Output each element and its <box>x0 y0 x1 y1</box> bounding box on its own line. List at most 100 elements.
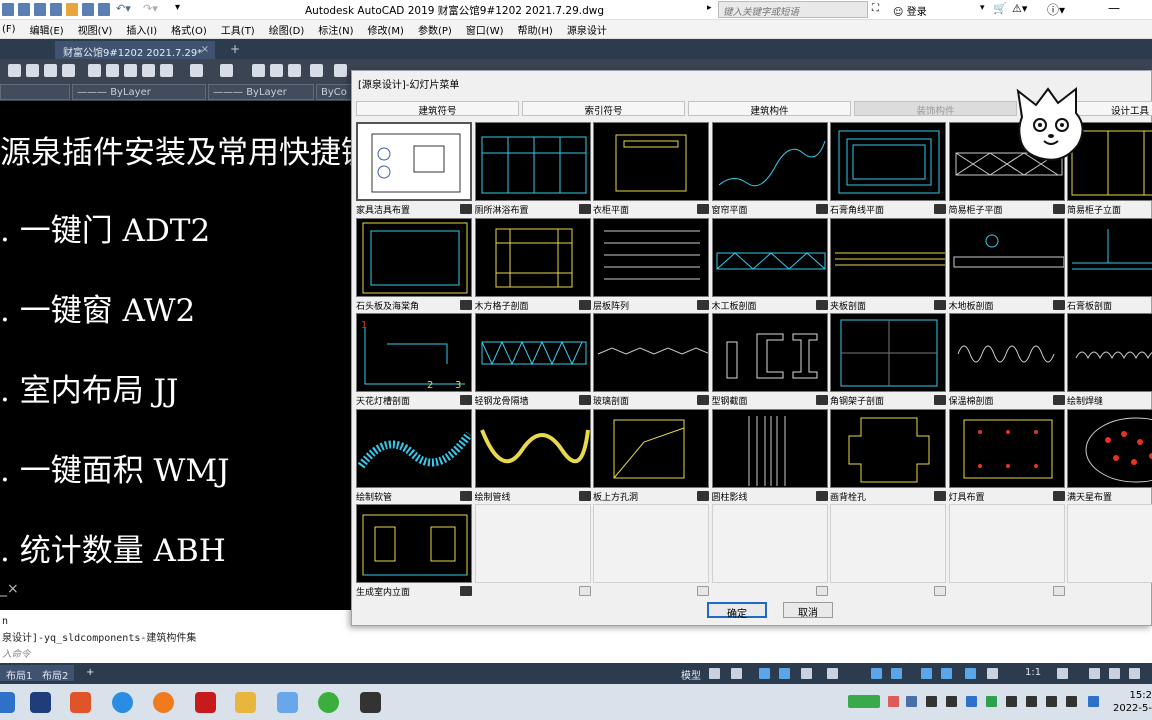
add-layout-button[interactable]: + <box>80 665 100 681</box>
slide-preview-icon[interactable] <box>815 586 828 596</box>
slide-item[interactable]: 满天星布置 <box>1067 408 1152 504</box>
slide-thumbnail[interactable] <box>711 122 828 201</box>
slide-thumbnail[interactable] <box>593 122 709 201</box>
slide-item[interactable]: 层板阵列 <box>593 217 711 313</box>
layout-tab[interactable]: 布局2 <box>36 665 75 682</box>
menu-item[interactable]: 插入(I) <box>126 22 157 37</box>
slide-preview-icon[interactable] <box>1052 204 1065 214</box>
3d-icon[interactable] <box>62 64 75 77</box>
slide-item[interactable]: 家具洁具布置 <box>356 122 474 217</box>
new-tab-button[interactable]: + <box>230 42 240 56</box>
slide-preview-icon[interactable] <box>697 299 709 310</box>
undo-icon[interactable] <box>190 64 203 77</box>
slide-item[interactable]: 玻璃剖面 <box>593 313 711 408</box>
block-editor-icon[interactable] <box>160 64 173 77</box>
slide-item[interactable]: 画背栓孔 <box>830 408 948 504</box>
slide-thumbnail[interactable] <box>1067 504 1152 583</box>
auto-scale-icon[interactable] <box>987 668 998 679</box>
recorder-icon[interactable] <box>360 692 381 713</box>
slide-item[interactable]: 夹板剖面 <box>830 217 948 313</box>
close-icon[interactable]: × <box>201 44 209 55</box>
slide-item[interactable]: 1 2 3 天花灯槽剖面 <box>356 313 474 408</box>
slide-preview-icon[interactable] <box>697 395 709 405</box>
osnap-3d-icon[interactable] <box>891 668 902 679</box>
document-tab[interactable]: 财富公馆9#1202 2021.7.29* × <box>55 41 215 59</box>
tab-architectural-symbols[interactable]: 建筑符号 <box>356 101 519 117</box>
tab-decoration-components[interactable]: 装饰构件 <box>854 101 1017 117</box>
slide-preview-icon[interactable] <box>460 204 472 214</box>
ok-button[interactable]: 确定 <box>707 602 767 620</box>
minimize-icon[interactable]: — <box>1108 1 1120 15</box>
print-icon[interactable] <box>98 3 110 16</box>
slide-item[interactable]: 厕所淋浴布置 <box>474 122 593 217</box>
tray-icon[interactable] <box>906 696 917 707</box>
network-icon[interactable] <box>1006 696 1017 707</box>
annotation-visibility-icon[interactable] <box>965 668 976 679</box>
slide-thumbnail[interactable] <box>711 408 828 488</box>
layout-tab[interactable]: 布局1 <box>0 665 39 682</box>
help-icon[interactable]: ⓘ▾ <box>1047 1 1065 18</box>
cart-icon[interactable]: 🛒 <box>993 2 1007 15</box>
model-space-button[interactable]: 模型 <box>681 667 701 682</box>
clock[interactable]: 15:2 2022-5- <box>1113 689 1152 715</box>
slide-preview-icon[interactable] <box>578 395 591 405</box>
slide-preview-icon[interactable] <box>578 490 591 501</box>
app-menu-icon[interactable] <box>2 3 14 16</box>
zoom-realtime-icon[interactable] <box>270 64 283 77</box>
firefox-icon[interactable] <box>153 692 174 713</box>
plus-icon[interactable] <box>1089 668 1100 679</box>
slide-item[interactable]: 轻钢龙骨隔墙 <box>474 313 593 408</box>
slide-thumbnail[interactable] <box>474 504 591 583</box>
battery-icon[interactable] <box>848 695 880 708</box>
slide-thumbnail[interactable] <box>948 504 1065 583</box>
fullscreen-icon[interactable] <box>1109 668 1120 679</box>
publish-icon[interactable] <box>44 64 57 77</box>
slide-preview-icon[interactable] <box>460 586 472 596</box>
zoom-previous-icon[interactable] <box>310 64 323 77</box>
pan-icon[interactable] <box>252 64 265 77</box>
quick-access-dropdown-icon[interactable]: ▾ <box>175 2 180 13</box>
slide-thumbnail[interactable] <box>1067 217 1152 297</box>
lineweight-combo[interactable]: ——— ByLayer <box>208 84 314 100</box>
slide-preview-icon[interactable] <box>934 586 946 596</box>
lineweight-icon[interactable] <box>921 668 932 679</box>
slide-item[interactable]: 窗帘平面 <box>711 122 830 217</box>
redo-icon[interactable] <box>220 64 233 77</box>
slide-item[interactable]: 角钢架子剖面 <box>830 313 948 408</box>
preview-icon[interactable] <box>26 64 39 77</box>
paste-icon[interactable] <box>124 64 137 77</box>
tray-icon[interactable] <box>986 696 997 707</box>
microphone-icon[interactable] <box>926 696 937 707</box>
slide-preview-icon[interactable] <box>460 299 472 310</box>
slide-thumbnail[interactable] <box>356 504 472 583</box>
slide-preview-icon[interactable] <box>578 299 591 310</box>
linetype-combo[interactable]: ——— ByLayer <box>72 84 206 100</box>
cancel-button[interactable]: 取消 <box>783 602 833 619</box>
slide-item[interactable]: 绘制管线 <box>474 408 593 504</box>
slide-preview-icon[interactable] <box>815 395 828 405</box>
infer-icon[interactable] <box>759 668 770 679</box>
app-icon[interactable] <box>277 692 298 713</box>
open-file-icon[interactable] <box>34 3 46 16</box>
slide-thumbnail[interactable] <box>356 408 472 488</box>
slide-thumbnail[interactable] <box>356 217 472 297</box>
slide-item[interactable]: 灯具布置 <box>948 408 1067 504</box>
menu-item[interactable]: 视图(V) <box>78 22 113 37</box>
menu-item[interactable]: 编辑(E) <box>30 22 64 37</box>
slide-thumbnail[interactable] <box>948 217 1065 297</box>
slide-preview-icon[interactable] <box>815 204 828 214</box>
slide-thumbnail[interactable] <box>593 408 709 488</box>
slide-item[interactable]: 板上方孔洞 <box>593 408 711 504</box>
tray-icon[interactable] <box>966 696 977 707</box>
customize-icon[interactable] <box>1129 668 1140 679</box>
zoom-window-icon[interactable] <box>288 64 301 77</box>
slide-thumbnail[interactable] <box>948 313 1065 392</box>
tray-icon[interactable] <box>888 696 899 707</box>
slide-thumbnail[interactable] <box>593 313 709 392</box>
slide-thumbnail[interactable] <box>948 408 1065 488</box>
slide-item[interactable]: 石膏角线平面 <box>830 122 948 217</box>
slide-thumbnail[interactable] <box>711 217 828 297</box>
menu-item[interactable]: 绘图(D) <box>269 22 305 37</box>
volume-icon[interactable] <box>1046 696 1057 707</box>
slide-item[interactable]: 木方格子剖面 <box>474 217 593 313</box>
